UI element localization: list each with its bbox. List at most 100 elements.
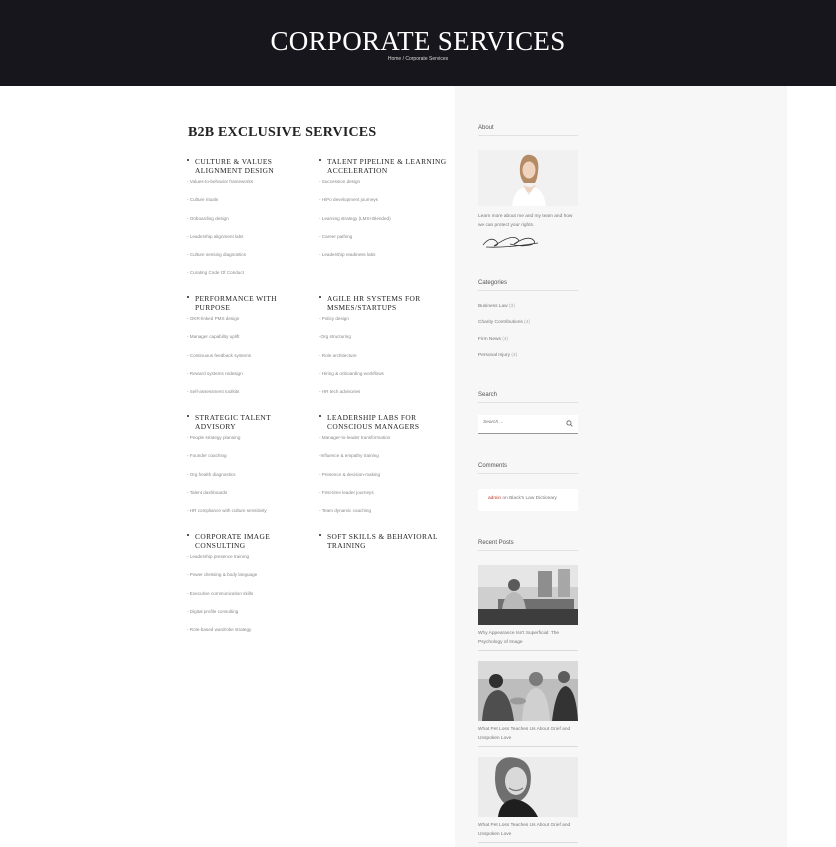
page-hero: CORPORATE SERVICES Home / Corporate Serv… (0, 0, 836, 86)
comment-author-link[interactable]: admin (488, 496, 501, 501)
sidebar-about: About (478, 125, 578, 136)
about-description: Learn more about me and my team and how … (478, 214, 573, 228)
category-item[interactable]: Firm News (4) (478, 337, 578, 353)
service-item: - HR compliance with culture sensitivity (187, 508, 267, 514)
service-item: - Executive communication skills (187, 590, 254, 596)
service-item: - Digital profile consulting (187, 608, 239, 614)
breadcrumb-separator: / (402, 56, 404, 62)
category-label[interactable]: Personal Injury (478, 353, 510, 358)
service-item: - Manager capability uplift (187, 334, 240, 340)
sidebar-about-title: About (478, 125, 578, 136)
smiling-woman-photo (478, 757, 578, 817)
service-item: - Onboarding design (187, 215, 229, 221)
service-item: - OKR-linked PMS design (187, 316, 240, 321)
sidebar-recent-posts-title: Recent Posts (478, 540, 578, 551)
sidebar-categories-title: Categories (478, 280, 578, 291)
bullet-icon (187, 415, 189, 417)
category-label[interactable]: Firm News (478, 337, 501, 342)
service-block-leadership-labs: LEADERSHIP LABS FOR CONSCIOUS MANAGERS -… (319, 413, 444, 526)
category-item[interactable]: Personal Injury (4) (478, 353, 578, 369)
service-item: - First-time leader journeys (319, 489, 374, 495)
service-item: - Org health diagnostics (187, 471, 236, 477)
comment-post-link[interactable]: Black's Law Dictionary (509, 496, 557, 501)
service-list: - Manager-to-leader transformation -Infl… (319, 435, 444, 526)
service-title: TALENT PIPELINE & LEARNING ACCELERATION (319, 157, 449, 175)
bullet-icon (319, 415, 321, 417)
service-list: - Policy design -Org structuring - Role … (319, 316, 444, 407)
breadcrumb-current: Corporate Services (405, 56, 449, 62)
service-list: - Values-to-behavior frameworks - Cultur… (187, 179, 312, 289)
bullet-icon (319, 296, 321, 298)
service-block-culture: CULTURE & VALUES ALIGNMENT DESIGN - Valu… (187, 157, 312, 289)
service-item: - Talent dashboards (187, 489, 228, 495)
portrait-illustration (478, 150, 578, 206)
service-title: PERFORMANCE WITH PURPOSE (187, 294, 312, 312)
category-count: (4) (502, 336, 509, 342)
service-item: - Leadership readiness labs (319, 252, 376, 258)
service-item: - Reward systems redesign (187, 370, 243, 376)
service-item: - Culture rituals (187, 197, 219, 203)
about-portrait-image (478, 150, 578, 206)
service-title: STRATEGIC TALENT ADVISORY (187, 413, 312, 431)
recent-post-thumbnail[interactable] (478, 757, 578, 817)
service-item: - Values-to-behavior frameworks (187, 179, 254, 184)
signature-image (482, 236, 539, 248)
recent-comment: admin on Black's Law Dictionary (478, 489, 578, 511)
search-icon[interactable] (566, 420, 573, 427)
sidebar-recent-posts: Recent Posts (478, 540, 578, 551)
service-item: - Culture sensing diagnostics (187, 252, 246, 258)
recent-post-link[interactable]: What Pet Loss Teaches Us About Grief and… (478, 821, 578, 843)
service-item: -Influence & empathy training (319, 453, 379, 459)
service-list: - OKR-linked PMS design - Manager capabi… (187, 316, 312, 407)
service-block-talent-pipeline: TALENT PIPELINE & LEARNING ACCELERATION … (319, 157, 449, 270)
service-item: - Policy design (319, 316, 349, 321)
breadcrumb: Home / Corporate Services (0, 56, 836, 62)
service-item: - Leadership presence training (187, 554, 250, 559)
category-count: (3) (508, 304, 515, 309)
category-label[interactable]: Charity Contributions (478, 320, 523, 325)
service-item: - Hiring & onboarding workflows (319, 370, 384, 376)
search-input[interactable] (483, 420, 563, 425)
breadcrumb-home-link[interactable]: Home (388, 56, 401, 62)
sidebar-comments-title: Comments (478, 463, 578, 474)
category-list: Business Law (3) Charity Contributions (… (478, 304, 578, 369)
page-title: CORPORATE SERVICES (270, 26, 566, 56)
sidebar-categories: Categories (478, 280, 578, 291)
service-item: - Continuous feedback systems (187, 352, 252, 358)
section-title: B2B EXCLUSIVE SERVICES (188, 125, 377, 140)
service-block-agile-hr: AGILE HR SYSTEMS FOR MSMES/STARTUPS - Po… (319, 294, 444, 407)
category-count: (4) (524, 320, 531, 326)
service-list: - Leadership presence training - Power d… (187, 554, 312, 645)
service-item: - Curating Code Of Conduct (187, 270, 244, 276)
service-item: - Learning strategy (LMS+Blended) (319, 215, 391, 221)
service-title: SOFT SKILLS & BEHAVIORAL TRAINING (319, 532, 444, 550)
sidebar-search-title: Search (478, 392, 578, 403)
service-item: - Power dressing & body language (187, 572, 258, 578)
category-item[interactable]: Business Law (3) (478, 304, 578, 320)
category-count: (4) (511, 352, 518, 358)
category-label[interactable]: Business Law (478, 304, 508, 309)
sidebar-comments: Comments (478, 463, 578, 474)
recent-post-link[interactable]: What Pet Loss Teaches Us About Grief and… (478, 725, 578, 747)
bullet-icon (187, 159, 189, 161)
recent-post-thumbnail[interactable] (478, 565, 578, 625)
service-list: - People strategy planning - Founder coa… (187, 435, 312, 526)
service-title: AGILE HR SYSTEMS FOR MSMES/STARTUPS (319, 294, 444, 312)
comment-on-label: on (502, 496, 508, 501)
service-item: - Succession design (319, 179, 361, 184)
category-item[interactable]: Charity Contributions (4) (478, 320, 578, 336)
service-item: - Founder coaching (187, 453, 227, 459)
service-item: - Presence & decision-making (319, 471, 381, 477)
bullet-icon (187, 534, 189, 536)
service-item: - Role architecture (319, 352, 357, 358)
service-block-soft-skills: SOFT SKILLS & BEHAVIORAL TRAINING (319, 532, 444, 550)
sidebar-search: Search (478, 392, 578, 403)
service-item: - Career pathing (319, 233, 353, 239)
service-block-performance: PERFORMANCE WITH PURPOSE - OKR-linked PM… (187, 294, 312, 407)
recent-post-thumbnail[interactable] (478, 661, 578, 721)
search-form (478, 415, 578, 434)
service-title: LEADERSHIP LABS FOR CONSCIOUS MANAGERS (319, 413, 444, 431)
office-meeting-photo (478, 565, 578, 625)
service-item: - HiPo development journeys (319, 197, 378, 203)
recent-post-link[interactable]: Why Appearance Isn't Superficial: The Ps… (478, 629, 578, 651)
